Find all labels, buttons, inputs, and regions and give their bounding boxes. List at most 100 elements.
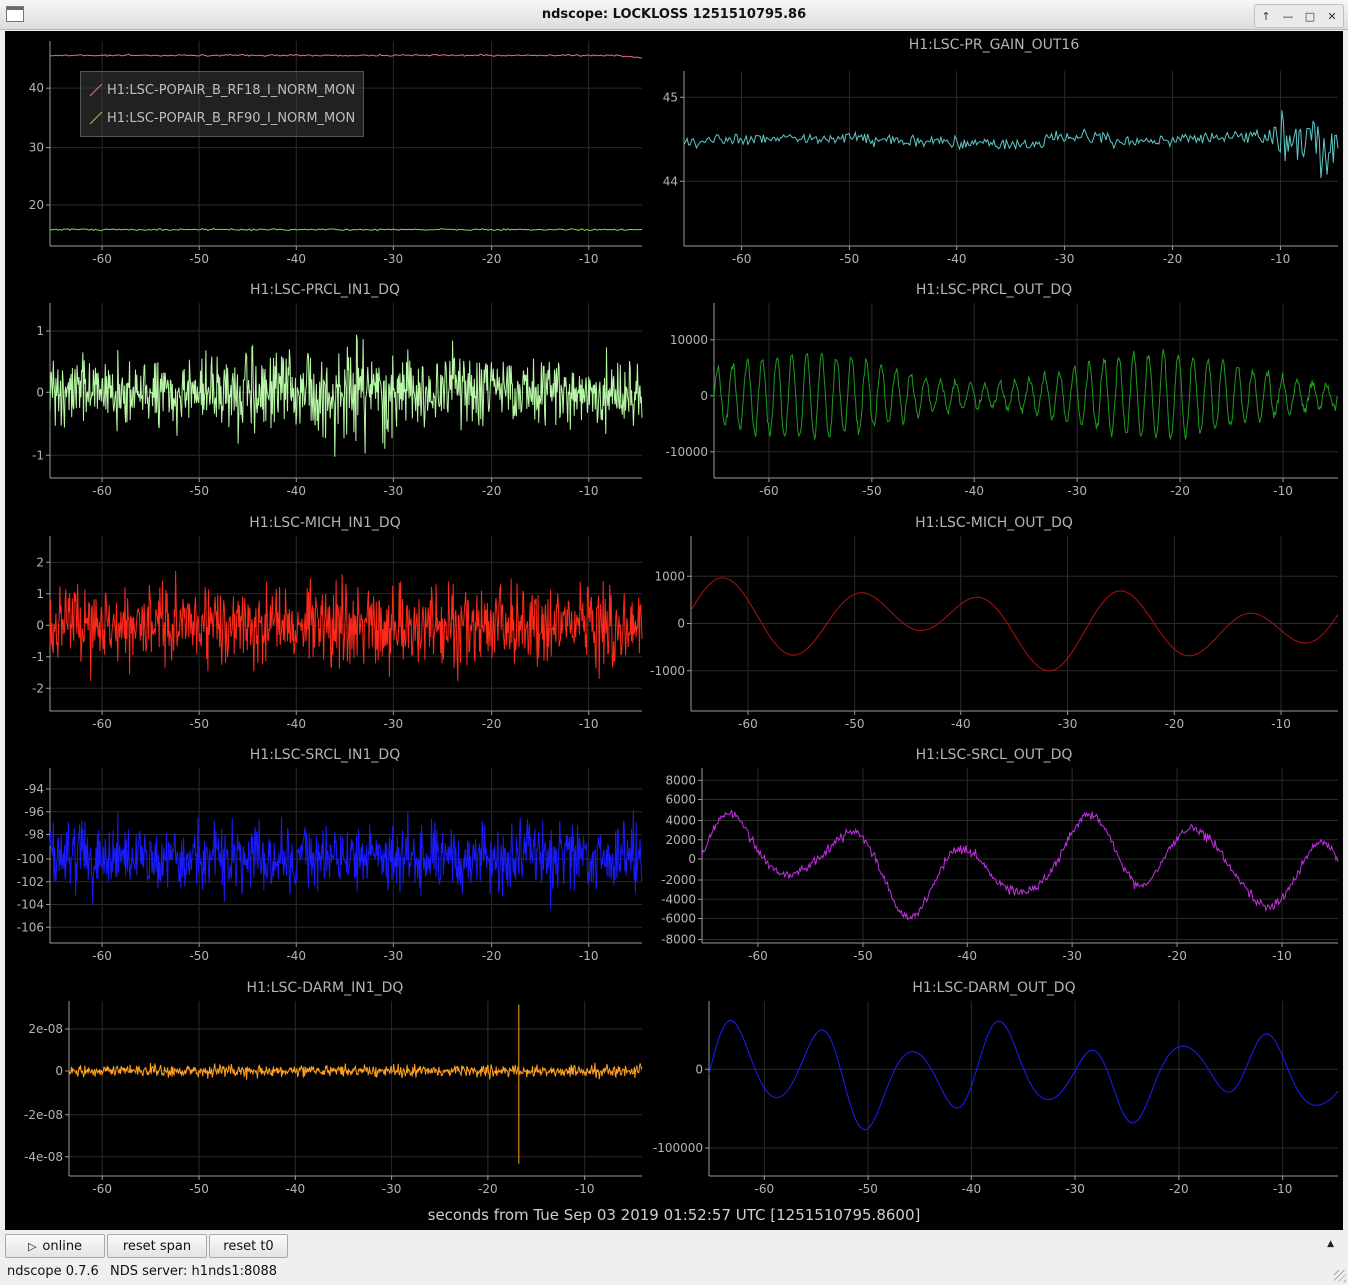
p2-svg: 1 0 -1 -60 -50 -40 -30 -20 -10 (32, 303, 643, 498)
online-button[interactable]: ▷ online (5, 1234, 105, 1258)
y-tick-label: 0 (688, 852, 696, 866)
plot-title: H1:LSC-DARM_OUT_DQ (912, 980, 1076, 996)
y-tick-label: 10000 (670, 333, 708, 347)
plot-darm-out[interactable]: 0 -100000 -60 -50 -40 -30 -20 -10 H1:LSC-DARM_OU… (645, 974, 1343, 1196)
x-tick-label: -50 (853, 949, 873, 963)
x-tick-label: -10 (579, 717, 599, 731)
keep-above-icon[interactable]: ↑ (1255, 5, 1277, 27)
y-tick-label: 1 (36, 587, 44, 601)
x-tick-label: -60 (92, 484, 112, 498)
legend-item: H1:LSC-POPAIR_B_RF18_I_NORM_MON (89, 76, 355, 104)
x-tick-label: -40 (951, 717, 971, 731)
reset-span-button[interactable]: reset span (107, 1234, 207, 1258)
plot-darm-in1[interactable]: 2e-08 0 -2e-08 -4e-08 -60 -50 -40 -30 -20 -10 H1:L… (5, 974, 645, 1196)
x-tick-label: -50 (858, 1182, 878, 1196)
x-tick-label: -20 (478, 1182, 498, 1196)
y-tick-label: -100 (17, 852, 44, 866)
y-tick-label: -6000 (661, 912, 696, 926)
p5-svg: 1000 0 -1000 -60 -50 -40 -30 -20 -10 (650, 536, 1339, 731)
series-line (49, 334, 643, 457)
series-line (708, 1020, 1339, 1131)
y-tick-label: 0 (55, 1064, 63, 1078)
legend-swatch (89, 83, 103, 97)
x-tick-label: -30 (1062, 949, 1082, 963)
window-title: ndscope: LOCKLOSS 1251510795.86 (541, 7, 807, 22)
legend-label: H1:LSC-POPAIR_B_RF18_I_NORM_MON (107, 82, 356, 98)
p9-svg: 0 -100000 -60 -50 -40 -30 -20 -10 (653, 1001, 1339, 1196)
close-icon[interactable]: ✕ (1321, 5, 1343, 27)
p8-svg: 2e-08 0 -2e-08 -4e-08 -60 -50 -40 -30 -20 -10 (24, 1001, 643, 1196)
x-tick-label: -50 (845, 717, 865, 731)
x-tick-label: -60 (732, 252, 752, 266)
x-tick-label: -30 (384, 484, 404, 498)
toolbar: ▷ online reset span reset t0 ▲ (0, 1231, 1348, 1261)
legend: H1:LSC-POPAIR_B_RF18_I_NORM_MON H1:LSC-PO… (80, 71, 365, 137)
y-tick-label: -98 (24, 828, 44, 842)
y-tick-label: -4000 (661, 892, 696, 906)
x-tick-label: -50 (840, 252, 860, 266)
window-titlebar: ndscope: LOCKLOSS 1251510795.86 ↑ — □ ✕ (0, 0, 1348, 30)
plot-prcl-in1[interactable]: 1 0 -1 -60 -50 -40 -30 -20 -10 H1:LSC-PRCL_IN1_DQ (5, 276, 645, 498)
x-tick-label: -30 (1065, 1182, 1085, 1196)
y-tick-label: 0 (36, 385, 44, 399)
plot-pr-gain-out16[interactable]: 45 44 -60 -50 -40 -30 -20 -10 H1:LSC-PR_GAIN_OUT… (645, 31, 1343, 266)
x-tick-label: -20 (1167, 949, 1187, 963)
x-tick-label: -60 (92, 949, 112, 963)
plot-title: H1:LSC-DARM_IN1_DQ (246, 980, 404, 996)
x-tick-label: -50 (189, 484, 209, 498)
x-tick-label: -40 (947, 252, 967, 266)
x-tick-label: -60 (92, 252, 112, 266)
online-label: online (42, 1238, 83, 1254)
plot-srcl-in1[interactable]: -94 -96 -98 -100 -102 -104 -106 -60 -50 -40 -30 -20… (5, 741, 645, 963)
y-tick-label: 0 (677, 617, 685, 631)
y-tick-label: 44 (663, 174, 678, 188)
y-tick-label: -106 (17, 920, 44, 934)
plot-srcl-out[interactable]: 8000 6000 4000 2000 0 -2000 -4000 -6000 -8000 -60… (645, 741, 1343, 963)
plot-popair-norm-mon[interactable]: 40 30 20 -60 -50 -40 -30 -20 -10 H1:LSC-POPAIR_B_… (5, 31, 645, 266)
y-tick-label: -94 (24, 782, 44, 796)
y-tick-label: 2 (36, 555, 44, 569)
y-tick-label: 0 (36, 618, 44, 632)
plot-title: H1:LSC-SRCL_OUT_DQ (915, 747, 1073, 763)
x-tick-label: -20 (482, 949, 502, 963)
maximize-icon[interactable]: □ (1299, 5, 1321, 27)
p4-svg: 2 1 0 -1 -2 -60 -50 -40 -30 -20 -10 (32, 536, 643, 731)
series-line (713, 349, 1339, 440)
x-tick-label: -50 (189, 252, 209, 266)
y-tick-label: 2e-08 (28, 1022, 63, 1036)
x-tick-label: -10 (1273, 1182, 1293, 1196)
x-tick-label: -50 (189, 717, 209, 731)
y-tick-label: -2000 (661, 873, 696, 887)
series-line-rf90 (49, 227, 643, 232)
resize-grip-icon[interactable] (1334, 1270, 1346, 1282)
legend-item: H1:LSC-POPAIR_B_RF90_I_NORM_MON (89, 104, 355, 132)
series-line (683, 110, 1339, 179)
expand-up-icon[interactable]: ▲ (1327, 1239, 1334, 1249)
x-tick-label: -40 (957, 949, 977, 963)
x-tick-label: -50 (862, 484, 882, 498)
x-tick-label: -30 (1067, 484, 1087, 498)
minimize-icon[interactable]: — (1277, 5, 1299, 27)
plot-prcl-out[interactable]: 10000 0 -10000 -60 -50 -40 -30 -20 -10 H1:LSC-PRC… (645, 276, 1343, 498)
y-tick-label: 40 (29, 81, 44, 95)
y-tick-label: 1 (36, 324, 44, 338)
plot-mich-in1[interactable]: 2 1 0 -1 -2 -60 -50 -40 -30 -20 -10 H1:LSC-MICH_IN1… (5, 509, 645, 731)
x-tick-label: -40 (964, 484, 984, 498)
y-tick-label: -8000 (661, 933, 696, 947)
plot-title: H1:LSC-PR_GAIN_OUT16 (908, 37, 1080, 53)
y-tick-label: -2e-08 (24, 1108, 63, 1122)
x-axis-caption: seconds from Tue Sep 03 2019 01:52:57 UT… (427, 1206, 921, 1224)
x-tick-label: -20 (1169, 1182, 1189, 1196)
legend-swatch (89, 111, 103, 125)
x-tick-label: -40 (286, 949, 306, 963)
plot-title: H1:LSC-MICH_IN1_DQ (249, 515, 401, 531)
plot-title: H1:LSC-SRCL_IN1_DQ (249, 747, 401, 763)
reset-span-label: reset span (122, 1238, 192, 1254)
y-tick-label: -4e-08 (24, 1150, 63, 1164)
reset-t0-button[interactable]: reset t0 (209, 1234, 288, 1258)
y-tick-label: 6000 (665, 793, 696, 807)
x-tick-label: -10 (1273, 484, 1293, 498)
p0-svg: 40 30 20 -60 -50 -40 -30 -20 -10 (29, 41, 643, 266)
plot-mich-out[interactable]: 1000 0 -1000 -60 -50 -40 -30 -20 -10 H1:LSC-MICH_… (645, 509, 1343, 731)
y-tick-label: 4000 (665, 814, 696, 828)
